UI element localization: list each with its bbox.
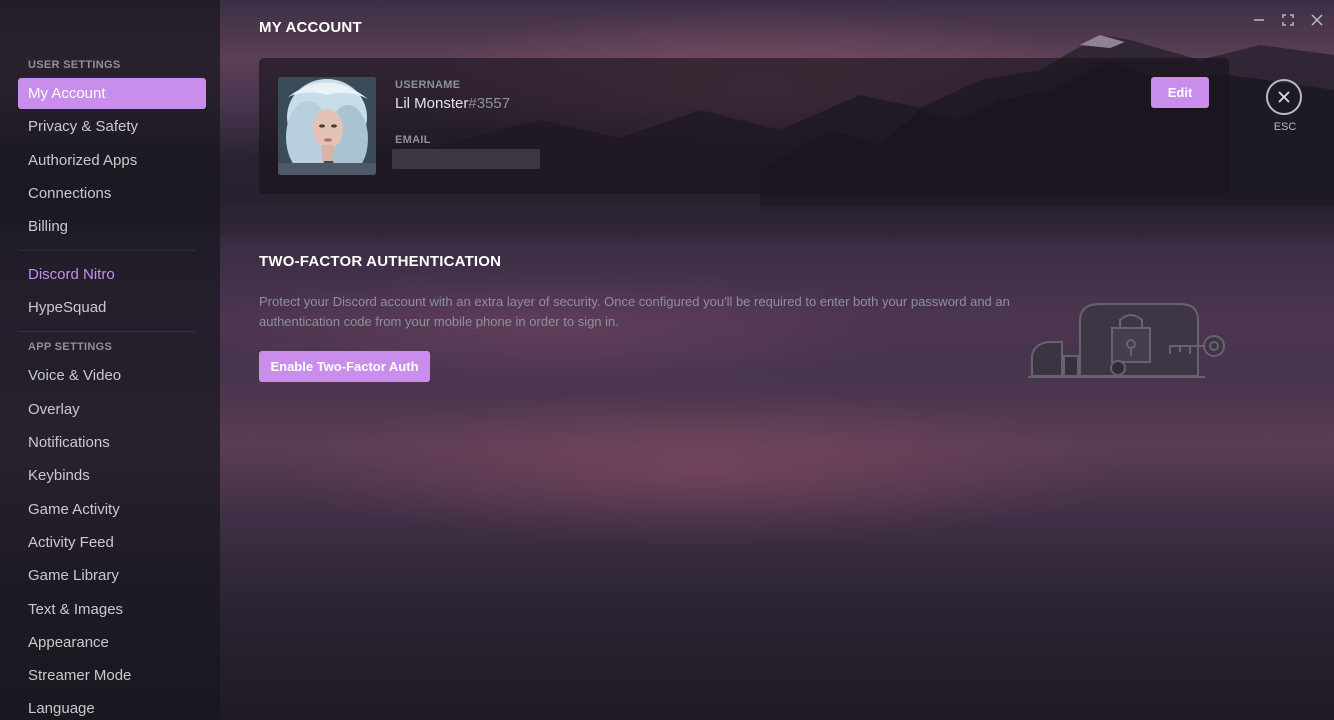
sidebar-item-privacy-safety[interactable]: Privacy & Safety bbox=[18, 111, 206, 142]
avatar[interactable] bbox=[278, 77, 376, 175]
lock-key-illustration-icon bbox=[1028, 303, 1225, 378]
avatar-portrait-icon bbox=[278, 77, 376, 175]
two-factor-title: TWO-FACTOR AUTHENTICATION bbox=[259, 253, 502, 270]
app-settings-header: APP SETTINGS bbox=[28, 341, 113, 354]
maximize-icon[interactable] bbox=[1273, 10, 1302, 30]
user-settings-header: USER SETTINGS bbox=[28, 59, 121, 71]
account-card: USERNAME Lil Monster#3557 EMAIL Edit bbox=[259, 58, 1229, 194]
email-value-redacted bbox=[392, 149, 540, 169]
sidebar-divider bbox=[18, 250, 196, 252]
sidebar-item-billing[interactable]: Billing bbox=[18, 211, 206, 242]
sidebar-item-my-account[interactable]: My Account bbox=[18, 78, 206, 109]
sidebar-item-notifications[interactable]: Notifications bbox=[18, 427, 206, 458]
sidebar-item-keybinds[interactable]: Keybinds bbox=[18, 460, 206, 491]
two-factor-description: Protect your Discord account with an ext… bbox=[259, 294, 1010, 329]
enable-two-factor-button[interactable]: Enable Two-Factor Auth bbox=[259, 351, 430, 382]
window-controls bbox=[1244, 10, 1331, 30]
sidebar-item-discord-nitro[interactable]: Discord Nitro bbox=[18, 259, 206, 290]
close-window-icon[interactable] bbox=[1302, 10, 1331, 30]
sidebar-item-voice-video[interactable]: Voice & Video bbox=[18, 360, 206, 391]
sidebar-item-game-activity[interactable]: Game Activity bbox=[18, 494, 206, 525]
settings-sidebar: USER SETTINGS My Account Privacy & Safet… bbox=[0, 0, 220, 720]
username-label: USERNAME bbox=[395, 79, 461, 91]
email-label: EMAIL bbox=[395, 134, 431, 146]
sidebar-item-language[interactable]: Language bbox=[18, 693, 206, 720]
sidebar-item-appearance[interactable]: Appearance bbox=[18, 627, 206, 658]
edit-account-button[interactable]: Edit bbox=[1151, 77, 1209, 108]
page-title: MY ACCOUNT bbox=[259, 19, 362, 36]
sidebar-item-streamer-mode[interactable]: Streamer Mode bbox=[18, 660, 206, 691]
sidebar-item-text-images[interactable]: Text & Images bbox=[18, 594, 206, 625]
sidebar-item-hypesquad[interactable]: HypeSquad bbox=[18, 292, 206, 323]
sidebar-item-overlay[interactable]: Overlay bbox=[18, 394, 206, 425]
close-settings[interactable]: ESC bbox=[1266, 79, 1304, 133]
username-value: Lil Monster#3557 bbox=[395, 95, 510, 112]
sidebar-item-authorized-apps[interactable]: Authorized Apps bbox=[18, 145, 206, 176]
username-name: Lil Monster bbox=[395, 95, 469, 112]
username-discriminator: #3557 bbox=[468, 95, 511, 112]
sidebar-item-game-library[interactable]: Game Library bbox=[18, 560, 206, 591]
sidebar-item-connections[interactable]: Connections bbox=[18, 178, 206, 209]
sidebar-divider bbox=[18, 331, 196, 333]
close-icon[interactable] bbox=[1266, 79, 1302, 115]
sidebar-item-activity-feed[interactable]: Activity Feed bbox=[18, 527, 206, 558]
esc-label: ESC bbox=[1273, 121, 1297, 133]
minimize-icon[interactable] bbox=[1244, 10, 1273, 30]
